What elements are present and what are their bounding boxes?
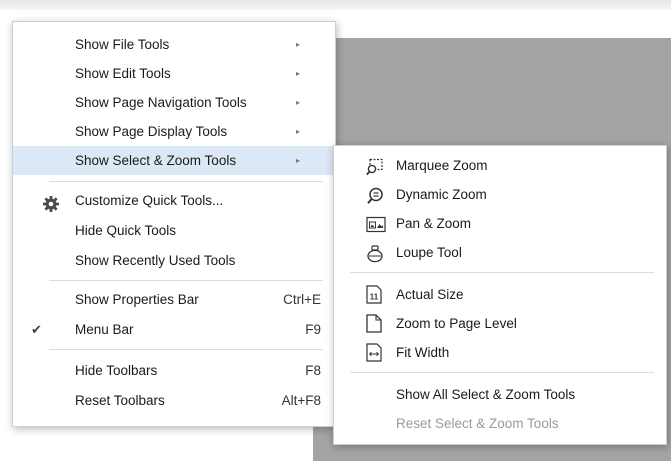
menu-item-label: Reset Toolbars — [75, 393, 165, 408]
shortcut-label: F9 — [305, 322, 321, 337]
menu-item-label: Dynamic Zoom — [396, 187, 487, 202]
loupe-tool-icon — [366, 244, 384, 273]
menu-item-label: Reset Select & Zoom Tools — [396, 416, 559, 431]
submenu-item-fit-width[interactable]: Fit Width — [334, 338, 666, 367]
svg-text:11: 11 — [370, 293, 379, 302]
menu-item-show-properties-bar[interactable]: Show Properties Bar Ctrl+E — [13, 285, 335, 314]
shortcut-label: Alt+F8 — [281, 393, 321, 408]
menu-separator — [49, 280, 323, 281]
submenu-arrow-icon: ▸ — [296, 40, 301, 49]
submenu-item-pan-zoom[interactable]: Pan & Zoom — [334, 209, 666, 238]
menu-item-hide-toolbars[interactable]: Hide Toolbars F8 — [13, 356, 335, 385]
menu-item-show-select-zoom-tools[interactable]: Show Select & Zoom Tools ▸ — [13, 146, 335, 175]
submenu-arrow-icon: ▸ — [296, 98, 301, 107]
submenu-item-dynamic-zoom[interactable]: Dynamic Zoom — [334, 180, 666, 209]
submenu-item-marquee-zoom[interactable]: Marquee Zoom — [334, 151, 666, 180]
menu-item-show-page-navigation-tools[interactable]: Show Page Navigation Tools ▸ — [13, 88, 335, 117]
menu-item-label: Hide Toolbars — [75, 363, 158, 378]
menu-item-customize-quick-tools[interactable]: Customize Quick Tools... — [13, 186, 335, 215]
menu-item-reset-toolbars[interactable]: Reset Toolbars Alt+F8 — [13, 386, 335, 415]
menu-separator — [350, 372, 654, 373]
menu-item-label: Marquee Zoom — [396, 158, 488, 173]
menu-item-label: Loupe Tool — [396, 245, 462, 260]
menu-item-label: Fit Width — [396, 345, 450, 360]
menu-item-label: Show Page Display Tools — [75, 124, 228, 139]
shortcut-label: F8 — [305, 363, 321, 378]
submenu-item-loupe-tool[interactable]: Loupe Tool — [334, 238, 666, 267]
submenu-item-show-all-select-zoom-tools[interactable]: Show All Select & Zoom Tools — [334, 380, 666, 409]
menu-item-label: Show Recently Used Tools — [75, 253, 236, 268]
submenu-item-actual-size[interactable]: 11 Actual Size — [334, 280, 666, 309]
menu-item-label: Pan & Zoom — [396, 216, 472, 231]
menu-item-label: Show Page Navigation Tools — [75, 95, 247, 110]
checkmark-icon: ✔ — [31, 322, 42, 337]
menu-item-label: Show All Select & Zoom Tools — [396, 387, 576, 402]
fit-width-icon — [366, 343, 382, 372]
menu-separator — [350, 272, 654, 273]
menu-item-label: Show Edit Tools — [75, 66, 171, 81]
menu-item-label: Show Properties Bar — [75, 292, 199, 307]
submenu-item-zoom-to-page-level[interactable]: Zoom to Page Level — [334, 309, 666, 338]
shortcut-label: Ctrl+E — [283, 292, 321, 307]
menu-item-label: Hide Quick Tools — [75, 223, 177, 238]
menu-item-label: Zoom to Page Level — [396, 316, 517, 331]
menu-item-label: Customize Quick Tools... — [75, 193, 224, 208]
view-toolbars-menu: Show File Tools ▸ Show Edit Tools ▸ Show… — [12, 21, 336, 427]
menu-item-show-file-tools[interactable]: Show File Tools ▸ — [13, 30, 335, 59]
menu-item-show-edit-tools[interactable]: Show Edit Tools ▸ — [13, 59, 335, 88]
submenu-arrow-icon: ▸ — [296, 156, 301, 165]
menu-item-hide-quick-tools[interactable]: Hide Quick Tools — [13, 216, 335, 245]
toolbar-shadow — [0, 0, 671, 10]
select-zoom-tools-submenu: Marquee Zoom Dynamic Zoom Pan & Zoom Lou… — [333, 145, 667, 445]
menu-item-show-recently-used-tools[interactable]: Show Recently Used Tools — [13, 246, 335, 275]
menu-item-menu-bar[interactable]: ✔ Menu Bar F9 — [13, 315, 335, 344]
menu-item-label: Menu Bar — [75, 322, 134, 337]
menu-item-show-page-display-tools[interactable]: Show Page Display Tools ▸ — [13, 117, 335, 146]
menu-separator — [49, 349, 323, 350]
submenu-arrow-icon: ▸ — [296, 69, 301, 78]
menu-item-label: Actual Size — [396, 287, 464, 302]
menu-item-label: Show Select & Zoom Tools — [75, 153, 237, 168]
menu-item-label: Show File Tools — [75, 37, 170, 52]
submenu-item-reset-select-zoom-tools[interactable]: Reset Select & Zoom Tools — [334, 409, 666, 438]
menu-separator — [49, 181, 323, 182]
submenu-arrow-icon: ▸ — [296, 127, 301, 136]
